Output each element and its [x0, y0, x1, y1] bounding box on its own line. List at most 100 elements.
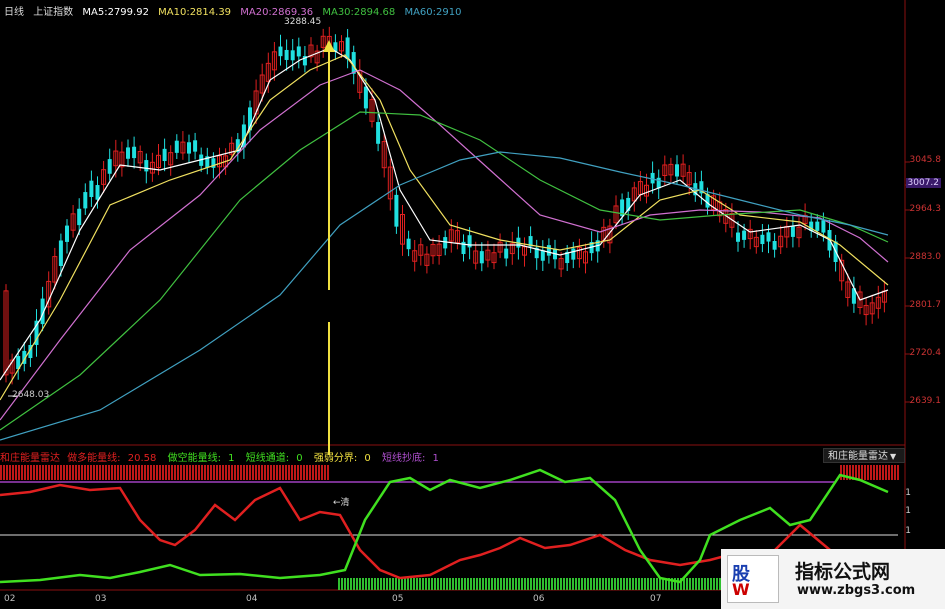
indicator-tick: 1	[905, 506, 911, 516]
candle	[394, 188, 399, 234]
energy-bar	[258, 465, 260, 480]
energy-bar	[270, 465, 272, 480]
candle	[881, 280, 887, 313]
energy-bar	[897, 465, 899, 480]
energy-bar	[413, 578, 415, 590]
energy-bar	[24, 465, 26, 480]
candle	[869, 294, 875, 324]
energy-bar	[395, 578, 397, 590]
energy-bar	[36, 465, 38, 480]
energy-bar	[324, 465, 326, 480]
ma10-line	[0, 54, 889, 401]
energy-bar	[303, 465, 305, 480]
energy-bar	[452, 578, 454, 590]
candle	[650, 161, 655, 194]
energy-bar	[608, 578, 610, 590]
candle	[620, 193, 625, 225]
long-energy-value: 20.58	[127, 453, 157, 464]
chart-canvas[interactable]	[0, 0, 945, 609]
energy-bar	[569, 578, 571, 590]
energy-bar	[321, 465, 323, 480]
energy-bar	[497, 578, 499, 590]
energy-bar	[710, 578, 712, 590]
energy-bar	[147, 465, 149, 480]
candle	[284, 39, 289, 71]
energy-bar	[632, 578, 634, 590]
energy-bar	[165, 465, 167, 480]
logo-glyph-bottom: W	[732, 580, 750, 599]
energy-bar	[404, 578, 406, 590]
candle	[193, 132, 198, 160]
indicator-tick: 1	[905, 488, 911, 498]
candle	[736, 221, 740, 252]
energy-bar	[347, 578, 349, 590]
candle	[333, 34, 338, 61]
energy-bar	[704, 578, 706, 590]
energy-bar	[186, 465, 188, 480]
candle-body	[504, 248, 509, 259]
candle-body	[766, 232, 771, 242]
energy-bar	[419, 578, 421, 590]
energy-bar	[168, 465, 170, 480]
indicator-selector-label: 和庄能量雷达	[828, 451, 888, 462]
energy-bar	[686, 578, 688, 590]
energy-bar	[282, 465, 284, 480]
energy-bar	[132, 465, 134, 480]
energy-bar	[144, 465, 146, 480]
energy-bar	[234, 465, 236, 480]
candle	[271, 42, 277, 81]
energy-bar	[861, 465, 863, 480]
energy-bar	[623, 578, 625, 590]
energy-bar	[503, 578, 505, 590]
candle	[461, 234, 466, 262]
energy-bar	[63, 465, 65, 480]
price-tick: 3045.8	[909, 155, 942, 165]
long-energy: 做多能量线: 20.58	[67, 453, 160, 464]
energy-bar	[473, 578, 475, 590]
energy-bar	[689, 578, 691, 590]
candle	[473, 241, 479, 270]
candle-body	[144, 160, 149, 172]
energy-bar	[192, 465, 194, 480]
candle	[101, 160, 107, 193]
candle	[424, 246, 430, 274]
period-label[interactable]: 日线	[4, 7, 24, 18]
ma30-line	[0, 111, 889, 431]
candle	[656, 169, 661, 200]
candle-body	[284, 49, 289, 60]
short-energy-label: 做空能量线:	[167, 453, 221, 464]
energy-bar	[102, 465, 104, 480]
energy-bar	[377, 578, 379, 590]
indicator-selector[interactable]: 和庄能量雷达 ▼	[823, 448, 905, 463]
candle	[534, 239, 539, 270]
date-tick: 07	[650, 594, 662, 604]
candle-body	[65, 225, 69, 242]
candle-body	[821, 220, 826, 233]
energy-bar	[560, 578, 562, 590]
energy-bar	[611, 578, 613, 590]
energy-bar	[548, 578, 550, 590]
energy-bar	[45, 465, 47, 480]
energy-bar	[51, 465, 53, 480]
energy-bar	[27, 465, 29, 480]
energy-bar	[695, 578, 697, 590]
energy-bar	[78, 465, 80, 480]
candle-body	[187, 142, 191, 154]
site-watermark[interactable]: 股 W 指标公式网 www.zbgs3.com	[721, 549, 945, 609]
candle	[253, 79, 259, 125]
energy-bar	[171, 465, 173, 480]
price-tick: 2801.7	[909, 300, 942, 310]
candle-body	[742, 230, 747, 240]
ma5-value: 2799.92	[107, 7, 149, 18]
candle	[381, 134, 387, 178]
short-channel: 短线通道: 0	[246, 453, 307, 464]
energy-bar	[48, 465, 50, 480]
candle	[412, 239, 418, 272]
price-tick: 2883.0	[909, 252, 942, 262]
energy-bar	[716, 578, 718, 590]
energy-bar	[243, 465, 245, 480]
energy-bar	[252, 465, 254, 480]
candle	[546, 238, 551, 264]
energy-bar	[539, 578, 541, 590]
candle	[571, 241, 576, 269]
